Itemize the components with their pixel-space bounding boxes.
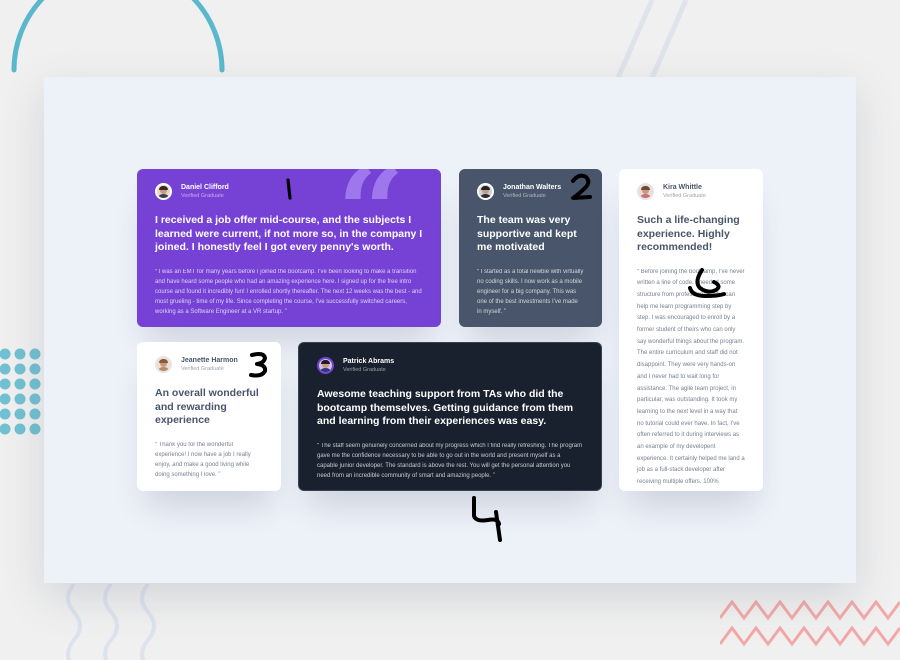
user-avatar-icon (155, 183, 172, 200)
author-name: Jeanette Harmon (181, 356, 238, 364)
testimonial-body: “ Thank you for the wonderful experience… (155, 441, 251, 478)
author-status: Verified Graduate (181, 192, 224, 199)
user-avatar-icon (637, 183, 654, 200)
testimonial-headline: The team was very supportive and kept me… (477, 214, 577, 253)
decorative-waves (66, 584, 156, 660)
card-header: Kira Whittle Verified Graduate (637, 183, 745, 200)
decorative-zigzag (720, 599, 900, 647)
testimonial-body: “ The staff seem genuinely concerned abo… (317, 442, 583, 479)
testimonial-card-kira: Kira Whittle Verified Graduate Such a li… (619, 169, 763, 491)
annotation-3 (249, 352, 268, 378)
author-status: Verified Graduate (503, 192, 546, 199)
decorative-arc (11, 0, 225, 73)
annotation-5 (688, 268, 726, 298)
testimonial-headline: An overall wonderful and rewarding exper… (155, 387, 259, 426)
card-header: Patrick Abrams Verified Graduate (317, 357, 583, 374)
author-name: Kira Whittle (663, 183, 702, 191)
author-name: Jonathan Walters (503, 183, 562, 191)
testimonial-body: “ I started as a total newbie with virtu… (477, 268, 584, 315)
author-status: Verified Graduate (181, 365, 224, 372)
annotation-1 (286, 178, 292, 200)
decorative-diagonal-lines (615, 0, 689, 79)
user-avatar-icon (317, 357, 334, 374)
decorative-dot-grid (0, 348, 41, 435)
author-name: Daniel Clifford (181, 183, 229, 191)
testimonial-headline: Awesome teaching support from TAs who di… (317, 388, 574, 427)
annotation-2 (571, 173, 592, 200)
author-status: Verified Graduate (663, 192, 706, 199)
user-avatar-icon (477, 183, 494, 200)
testimonial-card-patrick: Patrick Abrams Verified Graduate Awesome… (298, 342, 602, 491)
testimonial-headline: Such a life-changing experience. Highly … (637, 214, 740, 253)
testimonial-body: “ I was an EMT for many years before I j… (155, 268, 422, 315)
user-avatar-icon (155, 356, 172, 373)
author-name: Patrick Abrams (343, 357, 395, 365)
author-status: Verified Graduate (343, 366, 386, 373)
annotation-4 (472, 496, 502, 542)
testimonial-headline: I received a job offer mid-course, and t… (155, 214, 423, 253)
